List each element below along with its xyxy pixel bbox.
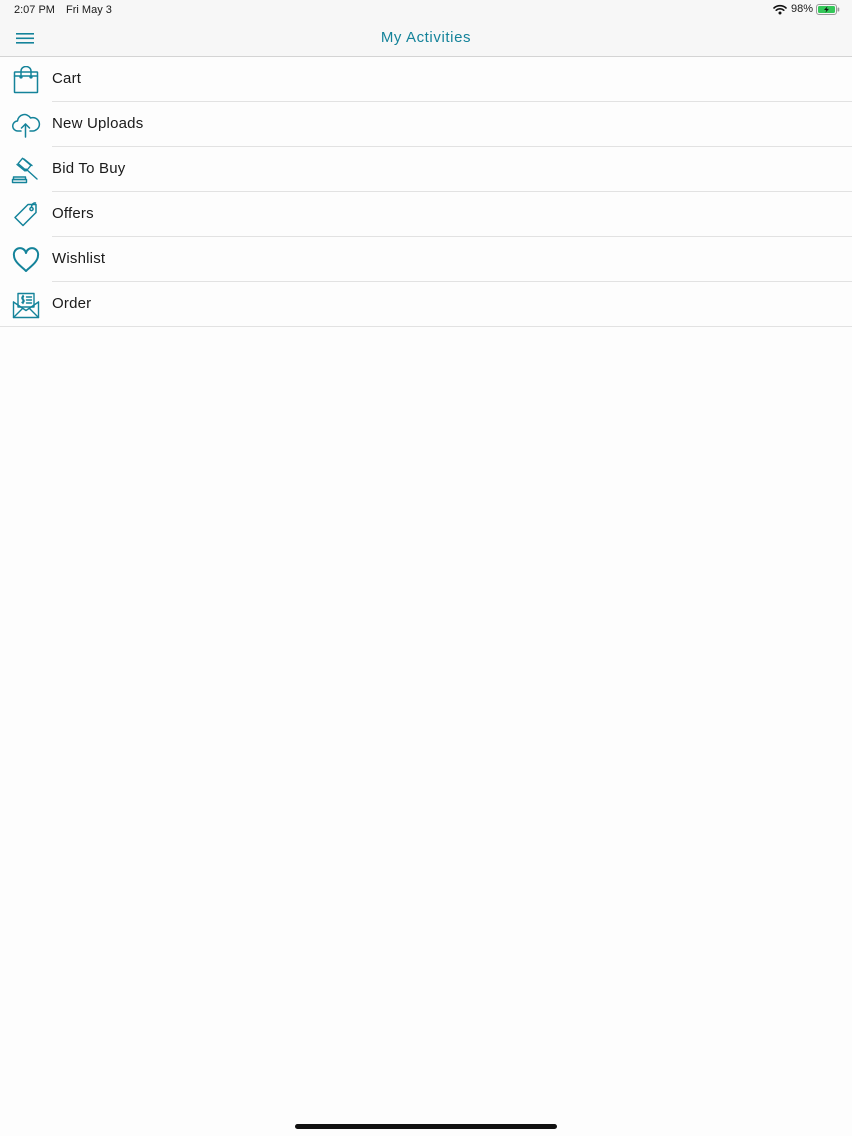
- list-item-label: Wishlist: [52, 250, 106, 267]
- activity-list: Cart New Uploads Bid To Buy Offers Wishl…: [0, 57, 852, 327]
- list-item-wishlist[interactable]: Wishlist: [0, 237, 852, 282]
- list-item-offers[interactable]: Offers: [0, 192, 852, 237]
- home-indicator[interactable]: [295, 1124, 557, 1129]
- shopping-bag-icon: [11, 66, 41, 94]
- list-item-bid-to-buy[interactable]: Bid To Buy: [0, 147, 852, 192]
- list-item-new-uploads[interactable]: New Uploads: [0, 102, 852, 147]
- wifi-icon: [773, 4, 787, 15]
- status-bar: 2:07 PM Fri May 3 98%: [0, 0, 852, 20]
- status-indicators: 98%: [773, 3, 840, 15]
- list-item-label: New Uploads: [52, 115, 144, 132]
- list-item-label: Order: [52, 295, 92, 312]
- row-divider: [0, 326, 852, 327]
- list-item-order[interactable]: Order: [0, 282, 852, 327]
- price-tag-icon: [11, 201, 41, 229]
- list-item-label: Offers: [52, 205, 94, 222]
- list-item-cart[interactable]: Cart: [0, 57, 852, 102]
- battery-percent: 98%: [790, 3, 813, 15]
- battery-charging-icon: [816, 3, 840, 15]
- navigation-bar: My Activities: [0, 20, 852, 57]
- list-item-label: Cart: [52, 70, 82, 87]
- status-time-date: 2:07 PM Fri May 3: [14, 4, 112, 16]
- heart-icon: [11, 246, 41, 274]
- list-item-label: Bid To Buy: [52, 160, 126, 177]
- page-title: My Activities: [380, 29, 472, 46]
- cloud-upload-icon: [11, 111, 41, 139]
- order-envelope-icon: [11, 291, 41, 319]
- gavel-icon: [11, 156, 41, 184]
- status-date: Fri May 3: [66, 4, 112, 16]
- status-time: 2:07 PM: [14, 4, 55, 16]
